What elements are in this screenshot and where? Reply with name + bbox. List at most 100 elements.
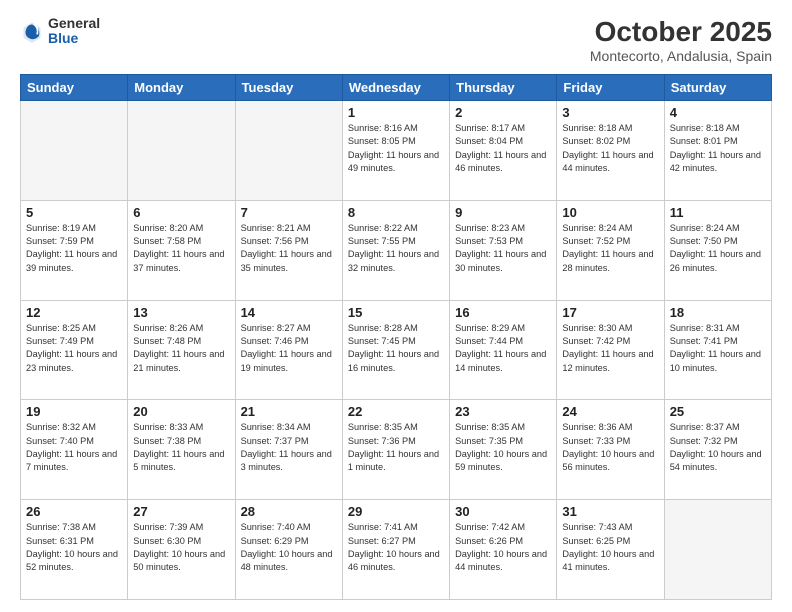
day-number: 28: [241, 504, 337, 519]
day-number: 20: [133, 404, 229, 419]
day-number: 21: [241, 404, 337, 419]
calendar-cell: 7Sunrise: 8:21 AM Sunset: 7:56 PM Daylig…: [235, 200, 342, 300]
calendar-cell: 18Sunrise: 8:31 AM Sunset: 7:41 PM Dayli…: [664, 300, 771, 400]
day-info: Sunrise: 8:20 AM Sunset: 7:58 PM Dayligh…: [133, 222, 229, 275]
day-number: 6: [133, 205, 229, 220]
day-info: Sunrise: 8:35 AM Sunset: 7:36 PM Dayligh…: [348, 421, 444, 474]
day-info: Sunrise: 8:27 AM Sunset: 7:46 PM Dayligh…: [241, 322, 337, 375]
day-info: Sunrise: 8:25 AM Sunset: 7:49 PM Dayligh…: [26, 322, 122, 375]
day-number: 1: [348, 105, 444, 120]
day-info: Sunrise: 8:24 AM Sunset: 7:50 PM Dayligh…: [670, 222, 766, 275]
day-info: Sunrise: 7:41 AM Sunset: 6:27 PM Dayligh…: [348, 521, 444, 574]
day-info: Sunrise: 8:35 AM Sunset: 7:35 PM Dayligh…: [455, 421, 551, 474]
day-header-saturday: Saturday: [664, 75, 771, 101]
calendar-table: SundayMondayTuesdayWednesdayThursdayFrid…: [20, 74, 772, 600]
day-number: 19: [26, 404, 122, 419]
calendar-cell: 6 Sunrise: 8:20 AM Sunset: 7:58 PM Daylig…: [128, 200, 235, 300]
logo-text: General Blue: [48, 16, 100, 47]
calendar-cell: 23 Sunrise: 8:35 AM Sunset: 7:35 PM Dayli…: [450, 400, 557, 500]
day-info: Sunrise: 8:30 AM Sunset: 7:42 PM Dayligh…: [562, 322, 658, 375]
title-block: October 2025 Montecorto, Andalusia, Spai…: [590, 16, 772, 64]
week-row-5: 26 Sunrise: 7:38 AM Sunset: 6:31 PM Dayli…: [21, 500, 772, 600]
page: General Blue October 2025 Montecorto, An…: [0, 0, 792, 612]
day-number: 31: [562, 504, 658, 519]
calendar-cell: 27 Sunrise: 7:39 AM Sunset: 6:30 PM Dayli…: [128, 500, 235, 600]
day-number: 26: [26, 504, 122, 519]
day-info: Sunrise: 8:28 AM Sunset: 7:45 PM Dayligh…: [348, 322, 444, 375]
calendar-cell: 4Sunrise: 8:18 AM Sunset: 8:01 PM Daylig…: [664, 101, 771, 201]
day-info: Sunrise: 8:19 AM Sunset: 7:59 PM Dayligh…: [26, 222, 122, 275]
day-header-friday: Friday: [557, 75, 664, 101]
calendar-cell: 28 Sunrise: 7:40 AM Sunset: 6:29 PM Dayli…: [235, 500, 342, 600]
calendar-cell: 29 Sunrise: 7:41 AM Sunset: 6:27 PM Dayli…: [342, 500, 449, 600]
day-info: Sunrise: 7:43 AM Sunset: 6:25 PM Dayligh…: [562, 521, 658, 574]
day-number: 30: [455, 504, 551, 519]
day-number: 14: [241, 305, 337, 320]
calendar-cell: 11Sunrise: 8:24 AM Sunset: 7:50 PM Dayli…: [664, 200, 771, 300]
calendar-cell: 16Sunrise: 8:29 AM Sunset: 7:44 PM Dayli…: [450, 300, 557, 400]
calendar-cell: 24Sunrise: 8:36 AM Sunset: 7:33 PM Dayli…: [557, 400, 664, 500]
day-number: 23: [455, 404, 551, 419]
calendar-cell: [128, 101, 235, 201]
day-info: Sunrise: 7:42 AM Sunset: 6:26 PM Dayligh…: [455, 521, 551, 574]
calendar-cell: 13 Sunrise: 8:26 AM Sunset: 7:48 PM Dayli…: [128, 300, 235, 400]
day-number: 2: [455, 105, 551, 120]
header: General Blue October 2025 Montecorto, An…: [20, 16, 772, 64]
calendar-cell: [21, 101, 128, 201]
day-info: Sunrise: 8:22 AM Sunset: 7:55 PM Dayligh…: [348, 222, 444, 275]
day-info: Sunrise: 8:21 AM Sunset: 7:56 PM Dayligh…: [241, 222, 337, 275]
calendar-cell: [235, 101, 342, 201]
day-info: Sunrise: 8:18 AM Sunset: 8:01 PM Dayligh…: [670, 122, 766, 175]
week-row-1: 1Sunrise: 8:16 AM Sunset: 8:05 PM Daylig…: [21, 101, 772, 201]
day-info: Sunrise: 7:38 AM Sunset: 6:31 PM Dayligh…: [26, 521, 122, 574]
day-number: 22: [348, 404, 444, 419]
day-header-tuesday: Tuesday: [235, 75, 342, 101]
day-number: 18: [670, 305, 766, 320]
day-number: 27: [133, 504, 229, 519]
calendar-cell: 31 Sunrise: 7:43 AM Sunset: 6:25 PM Dayli…: [557, 500, 664, 600]
calendar-cell: 25 Sunrise: 8:37 AM Sunset: 7:32 PM Dayli…: [664, 400, 771, 500]
day-info: Sunrise: 8:37 AM Sunset: 7:32 PM Dayligh…: [670, 421, 766, 474]
calendar-cell: 8Sunrise: 8:22 AM Sunset: 7:55 PM Daylig…: [342, 200, 449, 300]
calendar-cell: 2 Sunrise: 8:17 AM Sunset: 8:04 PM Daylig…: [450, 101, 557, 201]
calendar-cell: 5 Sunrise: 8:19 AM Sunset: 7:59 PM Daylig…: [21, 200, 128, 300]
calendar-cell: 21 Sunrise: 8:34 AM Sunset: 7:37 PM Dayli…: [235, 400, 342, 500]
day-number: 3: [562, 105, 658, 120]
day-number: 16: [455, 305, 551, 320]
day-number: 9: [455, 205, 551, 220]
calendar-cell: 22 Sunrise: 8:35 AM Sunset: 7:36 PM Dayli…: [342, 400, 449, 500]
day-number: 15: [348, 305, 444, 320]
day-number: 17: [562, 305, 658, 320]
logo-icon: [20, 19, 44, 43]
calendar-cell: 10Sunrise: 8:24 AM Sunset: 7:52 PM Dayli…: [557, 200, 664, 300]
calendar-cell: 26 Sunrise: 7:38 AM Sunset: 6:31 PM Dayli…: [21, 500, 128, 600]
day-info: Sunrise: 8:34 AM Sunset: 7:37 PM Dayligh…: [241, 421, 337, 474]
day-info: Sunrise: 8:23 AM Sunset: 7:53 PM Dayligh…: [455, 222, 551, 275]
calendar-title: October 2025: [590, 16, 772, 48]
logo: General Blue: [20, 16, 100, 47]
day-info: Sunrise: 8:36 AM Sunset: 7:33 PM Dayligh…: [562, 421, 658, 474]
calendar-cell: 19Sunrise: 8:32 AM Sunset: 7:40 PM Dayli…: [21, 400, 128, 500]
day-number: 10: [562, 205, 658, 220]
week-row-3: 12Sunrise: 8:25 AM Sunset: 7:49 PM Dayli…: [21, 300, 772, 400]
day-info: Sunrise: 8:17 AM Sunset: 8:04 PM Dayligh…: [455, 122, 551, 175]
day-info: Sunrise: 7:39 AM Sunset: 6:30 PM Dayligh…: [133, 521, 229, 574]
day-header-sunday: Sunday: [21, 75, 128, 101]
logo-general: General: [48, 16, 100, 31]
week-row-2: 5 Sunrise: 8:19 AM Sunset: 7:59 PM Daylig…: [21, 200, 772, 300]
day-number: 29: [348, 504, 444, 519]
day-info: Sunrise: 8:26 AM Sunset: 7:48 PM Dayligh…: [133, 322, 229, 375]
day-number: 25: [670, 404, 766, 419]
day-number: 5: [26, 205, 122, 220]
calendar-cell: 14 Sunrise: 8:27 AM Sunset: 7:46 PM Dayli…: [235, 300, 342, 400]
calendar-cell: 9 Sunrise: 8:23 AM Sunset: 7:53 PM Daylig…: [450, 200, 557, 300]
logo-blue: Blue: [48, 31, 100, 46]
day-info: Sunrise: 8:18 AM Sunset: 8:02 PM Dayligh…: [562, 122, 658, 175]
calendar-cell: 3 Sunrise: 8:18 AM Sunset: 8:02 PM Daylig…: [557, 101, 664, 201]
calendar-cell: 30 Sunrise: 7:42 AM Sunset: 6:26 PM Dayli…: [450, 500, 557, 600]
day-info: Sunrise: 7:40 AM Sunset: 6:29 PM Dayligh…: [241, 521, 337, 574]
calendar-cell: 1Sunrise: 8:16 AM Sunset: 8:05 PM Daylig…: [342, 101, 449, 201]
day-info: Sunrise: 8:33 AM Sunset: 7:38 PM Dayligh…: [133, 421, 229, 474]
day-number: 13: [133, 305, 229, 320]
day-header-wednesday: Wednesday: [342, 75, 449, 101]
